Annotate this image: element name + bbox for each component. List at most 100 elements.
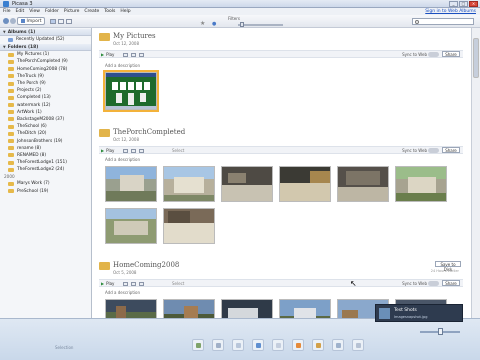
folders-header[interactable]: ▼ Folders (18): [0, 44, 91, 52]
sidebar-folder[interactable]: Projects (2): [0, 87, 91, 94]
sidebar-folder[interactable]: ArtWork (1): [0, 109, 91, 116]
movie-icon[interactable]: [131, 282, 136, 286]
select-label[interactable]: Select: [172, 148, 184, 153]
collage-icon[interactable]: [123, 53, 128, 57]
photo-thumbnail[interactable]: [105, 299, 157, 318]
upload-icon[interactable]: [139, 282, 144, 286]
minimize-button[interactable]: _: [449, 1, 458, 7]
sidebar-folder[interactable]: BackstageM2008 (37): [0, 116, 91, 123]
sidebar-item-recently-updated[interactable]: Recently Updated (52): [0, 36, 91, 43]
upload-icon[interactable]: [139, 53, 144, 57]
menu-bar: File Edit View Folder Picture Create Too…: [0, 8, 480, 15]
menu-view[interactable]: View: [29, 9, 40, 14]
star-filter-icon[interactable]: ★: [200, 21, 205, 27]
sidebar-folder[interactable]: TheSchool (6): [0, 123, 91, 130]
grid-view-icon[interactable]: [58, 19, 64, 24]
photo-thumbnail[interactable]: [105, 208, 157, 244]
search-input[interactable]: [412, 18, 474, 25]
menu-picture[interactable]: Picture: [64, 9, 79, 14]
collage-icon[interactable]: [123, 149, 128, 153]
add-description-field[interactable]: Add a description: [105, 63, 140, 68]
blogthis-icon[interactable]: [352, 339, 364, 351]
sidebar-folder[interactable]: PreSchool (19): [0, 188, 91, 195]
sidebar-folder[interactable]: The Porch (9): [0, 80, 91, 87]
people-filter-icon[interactable]: ●: [212, 21, 216, 27]
sidebar-folder[interactable]: TheForestLodge1 (151): [0, 159, 91, 166]
photo-thumbnail[interactable]: [279, 166, 331, 202]
add-to-album-icon[interactable]: [232, 339, 244, 351]
photo-thumbnail[interactable]: [163, 208, 215, 244]
menu-create[interactable]: Create: [84, 9, 99, 14]
menu-edit[interactable]: Edit: [16, 9, 25, 14]
share-button[interactable]: Share: [442, 280, 460, 286]
menu-tools[interactable]: Tools: [104, 9, 115, 14]
sidebar-folder[interactable]: Marys Work (7): [0, 180, 91, 187]
import-notification[interactable]: Test Shots Imagesnapshot.jpg: [375, 304, 463, 322]
hold-icon[interactable]: [192, 339, 204, 351]
add-description-field[interactable]: Add a description: [105, 290, 140, 295]
collage-icon[interactable]: [123, 282, 128, 286]
sidebar-folder[interactable]: Completed (13): [0, 94, 91, 101]
select-label[interactable]: Select: [172, 281, 184, 286]
play-icon: ▶: [101, 148, 105, 153]
vertical-scrollbar[interactable]: [471, 28, 480, 318]
sidebar-folder[interactable]: watermark (12): [0, 102, 91, 109]
photo-thumbnail[interactable]: [221, 166, 273, 202]
import-button[interactable]: Import: [17, 17, 45, 25]
export-icon[interactable]: [312, 339, 324, 351]
sidebar-folder[interactable]: TheDitch (20): [0, 130, 91, 137]
menu-help[interactable]: Help: [120, 9, 130, 14]
movie-icon[interactable]: [131, 149, 136, 153]
photo-thumbnail[interactable]: [105, 166, 157, 202]
filter-slider-handle[interactable]: [240, 22, 244, 27]
movie-icon[interactable]: [131, 53, 136, 57]
photo-thumbnail[interactable]: [279, 299, 331, 318]
photo-thumbnail[interactable]: [221, 299, 273, 318]
share-button[interactable]: Share: [442, 51, 460, 57]
sidebar-folder[interactable]: RENAMED (8): [0, 152, 91, 159]
upload-icon[interactable]: [139, 149, 144, 153]
sync-to-web-toggle[interactable]: [428, 148, 439, 153]
list-view-icon[interactable]: [66, 19, 72, 24]
photo-thumbnail[interactable]: [395, 166, 447, 202]
sidebar-folder[interactable]: JohnsonBrothers (19): [0, 137, 91, 144]
save-to-disk-button[interactable]: Save to Disk: [435, 261, 461, 272]
sidebar-folder[interactable]: TheTruck (9): [0, 73, 91, 80]
menu-folder[interactable]: Folder: [45, 9, 59, 14]
sidebar-folder[interactable]: ThePorchCompleted (9): [0, 58, 91, 65]
add-description-field[interactable]: Add a description: [105, 157, 140, 162]
thumbnail-size-handle[interactable]: [438, 328, 443, 335]
sidebar-folder[interactable]: TheForestLodge2 (24): [0, 166, 91, 173]
forward-arrow-icon[interactable]: [10, 18, 16, 24]
photo-thumbnail[interactable]: [163, 166, 215, 202]
email-icon[interactable]: [272, 339, 284, 351]
sidebar-folder[interactable]: My Pictures (1): [0, 51, 91, 58]
play-button[interactable]: ▶ Play: [101, 281, 114, 286]
menu-file[interactable]: File: [3, 9, 11, 14]
sync-to-web-toggle[interactable]: [428, 52, 439, 57]
close-button[interactable]: ×: [469, 1, 478, 7]
sync-to-web-toggle[interactable]: [428, 281, 439, 286]
sign-in-link[interactable]: Sign in to Web Albums: [425, 9, 476, 14]
photo-thumbnail[interactable]: [163, 299, 215, 318]
filter-slider[interactable]: [238, 24, 283, 26]
upload-icon[interactable]: [252, 339, 264, 351]
photo-thumbnail[interactable]: [103, 70, 159, 112]
library-view-icon[interactable]: [50, 19, 56, 24]
sidebar-item-label: RENAMED (8): [17, 152, 47, 158]
shop-icon[interactable]: [332, 339, 344, 351]
play-button[interactable]: ▶ Play: [101, 148, 114, 153]
play-button[interactable]: ▶ Play: [101, 52, 114, 57]
folder-icon: [8, 139, 14, 144]
photo-thumbnail[interactable]: [337, 166, 389, 202]
scrollbar-thumb[interactable]: [473, 38, 479, 78]
maximize-button[interactable]: □: [459, 1, 468, 7]
share-button[interactable]: Share: [442, 147, 460, 153]
back-arrow-icon[interactable]: [3, 18, 9, 24]
print-icon[interactable]: [292, 339, 304, 351]
clear-icon[interactable]: [212, 339, 224, 351]
albums-header[interactable]: ▼ Albums (1): [0, 29, 91, 36]
folder-icon: [8, 189, 14, 194]
sidebar-folder[interactable]: HomeComing2008 (78): [0, 66, 91, 73]
sidebar-folder[interactable]: rename (8): [0, 145, 91, 152]
